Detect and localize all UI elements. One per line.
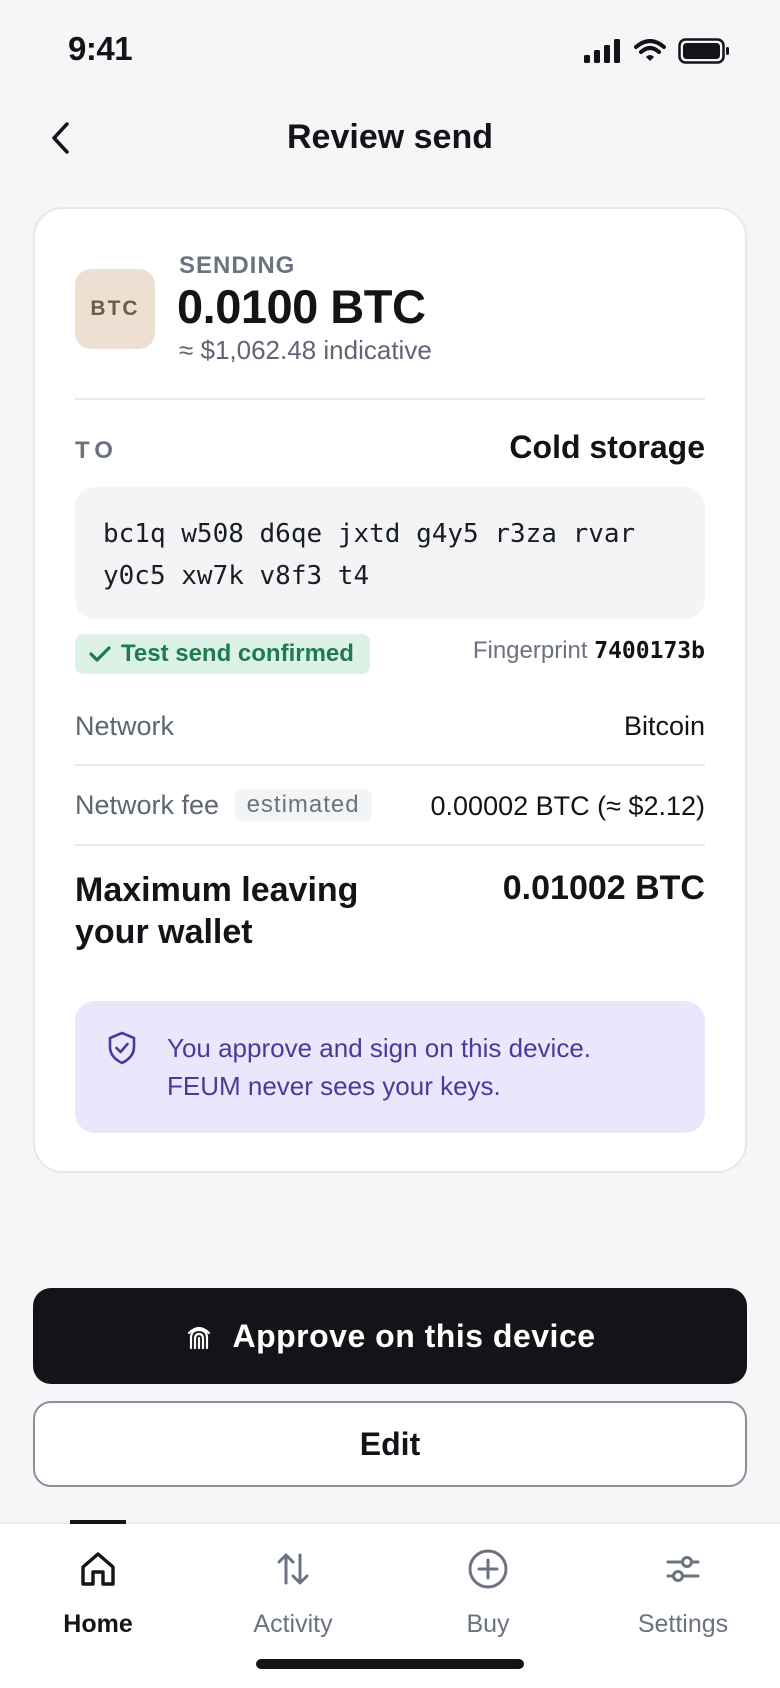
- home-icon: [81, 1552, 115, 1586]
- network-fee-label: Network fee: [75, 790, 220, 820]
- network-value: Bitcoin: [623, 711, 705, 741]
- divider: [75, 844, 705, 846]
- tab-home-label: Home: [63, 1610, 133, 1638]
- sliders-icon: [666, 1556, 700, 1582]
- page-title: Review send: [287, 118, 493, 156]
- address-line-1: bc1q w508 d6qe jxtd g4y5 r3za rvar: [103, 519, 636, 549]
- max-leaving-value: 0.01002 BTC: [502, 869, 705, 907]
- fiat-amount: ≈ $1,062.48 indicative: [179, 335, 432, 365]
- tab-activity[interactable]: Activity: [195, 1544, 391, 1639]
- active-tab-indicator: [70, 1520, 126, 1524]
- tab-buy-label: Buy: [466, 1610, 510, 1638]
- arrows-up-down-icon: [277, 1553, 309, 1585]
- edit-button[interactable]: Edit: [33, 1401, 747, 1487]
- status-time: 9:41: [68, 30, 133, 67]
- asset-badge: BTC: [75, 269, 155, 349]
- estimated-tag: estimated: [234, 789, 372, 821]
- status-bar: 9:41: [0, 0, 780, 100]
- security-notice: You approve and sign on this device. FEU…: [75, 1001, 705, 1133]
- network-fee-row: Network fee estimated: [75, 789, 372, 821]
- sending-label: SENDING: [179, 252, 296, 279]
- fingerprint-label: Fingerprint: [472, 637, 588, 664]
- test-send-text: Test send confirmed: [121, 640, 354, 667]
- test-send-badge: Test send confirmed: [75, 634, 370, 674]
- security-notice-text: You approve and sign on this device. FEU…: [167, 1029, 675, 1105]
- divider: [75, 398, 705, 400]
- cellular-signal-icon: [584, 39, 620, 63]
- max-leaving-label: Maximum leaving your wallet: [75, 871, 359, 951]
- tab-home[interactable]: Home: [0, 1544, 196, 1639]
- divider: [75, 764, 705, 766]
- security-notice-line-2: FEUM never sees your keys.: [167, 1071, 501, 1101]
- nav-header: Review send: [0, 100, 780, 180]
- fingerprint-code: 7400173b: [594, 638, 705, 664]
- tab-activity-label: Activity: [253, 1610, 333, 1638]
- home-indicator: [256, 1659, 524, 1669]
- address-line-2: y0c5 xw7k v8f3 t4: [103, 561, 370, 591]
- network-label: Network: [75, 711, 175, 741]
- tab-buy[interactable]: Buy: [390, 1544, 586, 1639]
- security-notice-line-1: You approve and sign on this device.: [167, 1033, 592, 1063]
- fingerprint-icon: [188, 1326, 211, 1350]
- tab-settings[interactable]: Settings: [585, 1544, 780, 1639]
- wifi-icon: [634, 39, 666, 61]
- battery-icon: [678, 38, 729, 64]
- send-amount: 0.0100 BTC: [177, 280, 426, 333]
- approve-button[interactable]: Approve on this device: [33, 1288, 747, 1384]
- recipient-name: Cold storage: [509, 429, 705, 465]
- recipient-address[interactable]: bc1q w508 d6qe jxtd g4y5 r3za rvar y0c5 …: [75, 487, 705, 619]
- plus-circle-icon: [468, 1549, 508, 1589]
- approve-button-label: Approve on this device: [232, 1317, 596, 1354]
- status-icons: [584, 38, 730, 64]
- tab-settings-label: Settings: [637, 1610, 729, 1638]
- to-label: TO: [75, 437, 118, 464]
- network-fee-value: 0.00002 BTC (≈ $2.12): [430, 791, 705, 821]
- shield-check-icon: [108, 1031, 136, 1065]
- fingerprint: Fingerprint 7400173b: [473, 637, 705, 665]
- checkmark-icon: [89, 646, 111, 662]
- send-summary-card: BTC SENDING 0.0100 BTC ≈ $1,062.48 indic…: [33, 207, 747, 1173]
- edit-button-label: Edit: [359, 1425, 421, 1462]
